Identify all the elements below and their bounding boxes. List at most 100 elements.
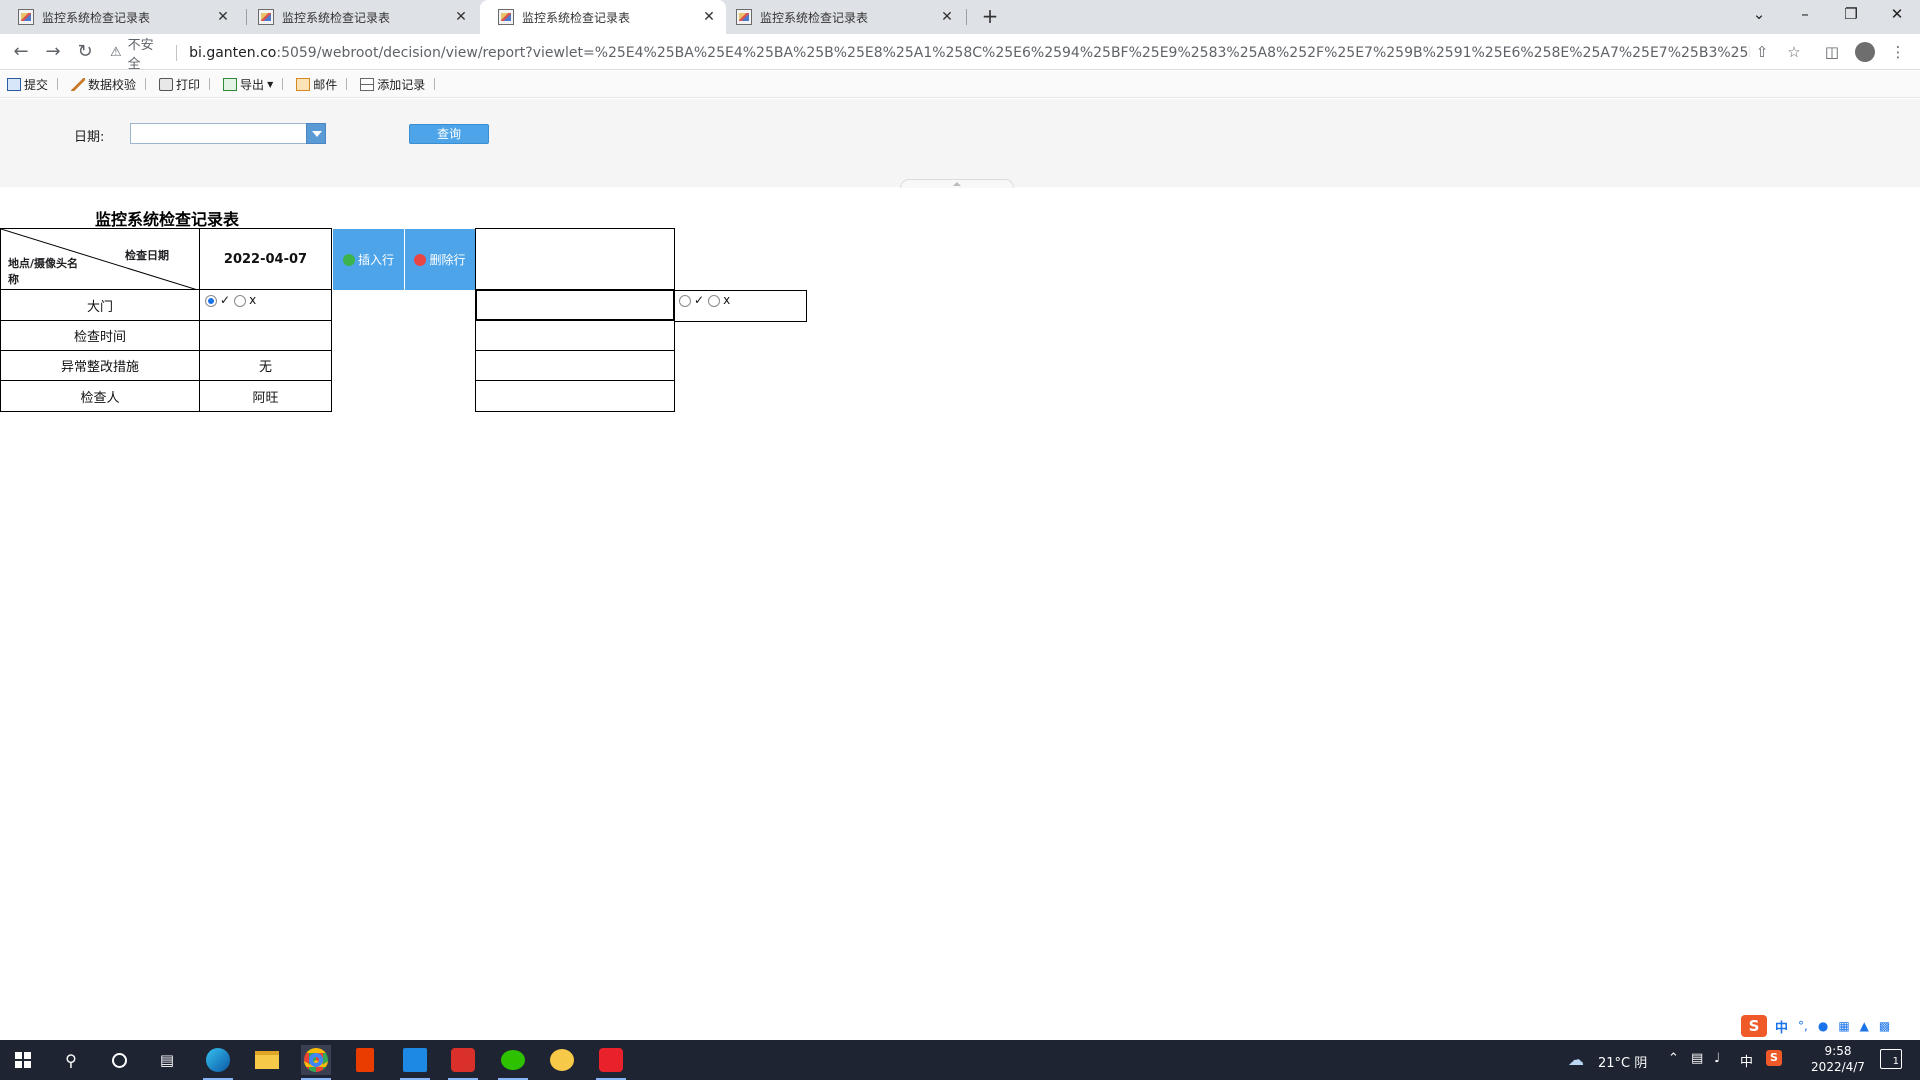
close-tab-icon[interactable]: ✕ bbox=[452, 9, 470, 25]
weather-text[interactable]: 21°C 阴 bbox=[1598, 1052, 1647, 1071]
add-record-button[interactable]: 添加记录 bbox=[357, 76, 428, 93]
new-gate-status-cell: ✓ x bbox=[674, 290, 807, 322]
search-icon[interactable]: ⚲ bbox=[56, 1045, 86, 1075]
status-bad-radio[interactable] bbox=[708, 295, 721, 307]
profile-avatar-icon[interactable] bbox=[1855, 42, 1875, 62]
close-window-button[interactable]: ✕ bbox=[1874, 0, 1920, 30]
notification-center-icon[interactable]: 1 bbox=[1880, 1049, 1902, 1069]
url-host: bi.ganten.co bbox=[189, 44, 277, 61]
new-tab-button[interactable]: + bbox=[978, 5, 1002, 29]
browser-tab-4[interactable]: 监控系统检查记录表 ✕ bbox=[718, 0, 964, 34]
export-icon bbox=[223, 77, 238, 91]
browser-tab-3-active[interactable]: 监控系统检查记录表 ✕ bbox=[480, 0, 726, 34]
menu-dots-icon[interactable]: ⋮ bbox=[1888, 42, 1908, 62]
ime-language-label[interactable]: 中 bbox=[1775, 1017, 1788, 1036]
export-button[interactable]: 导出 ▼ bbox=[220, 76, 276, 93]
wechat-icon[interactable] bbox=[498, 1045, 528, 1080]
date-input[interactable] bbox=[130, 123, 310, 144]
toolbar-divider bbox=[282, 78, 284, 90]
sogou-ime-icon[interactable]: S bbox=[1741, 1015, 1767, 1037]
windows-start-icon[interactable] bbox=[8, 1045, 38, 1075]
task-view-icon[interactable]: ▤ bbox=[152, 1045, 182, 1075]
restore-button[interactable]: ❐ bbox=[1828, 0, 1874, 30]
inspector-label: 检查人 bbox=[80, 390, 120, 406]
app-yellow-icon[interactable] bbox=[547, 1045, 577, 1075]
network-icon[interactable]: ▤ bbox=[1691, 1051, 1703, 1066]
close-tab-icon[interactable]: ✕ bbox=[938, 9, 956, 25]
finereport-designer-icon[interactable] bbox=[400, 1045, 430, 1080]
ok-label: ✓ bbox=[694, 293, 705, 307]
tray-ime-label[interactable]: 中 bbox=[1740, 1051, 1753, 1070]
url-field[interactable]: ⚠ 不安全 bi.ganten.co :5059/webroot/decisio… bbox=[110, 38, 1750, 72]
reload-icon[interactable]: ↻ bbox=[72, 39, 98, 65]
close-tab-icon[interactable]: ✕ bbox=[214, 9, 232, 25]
print-button[interactable]: 打印 bbox=[156, 76, 203, 93]
date-label: 日期: bbox=[74, 130, 105, 145]
browser-tab-bar: 监控系统检查记录表 ✕ 监控系统检查记录表 ✕ 监控系统检查记录表 ✕ 监控系统… bbox=[0, 0, 1920, 34]
report-favicon-icon bbox=[498, 9, 514, 25]
new-column-gate-cell-selected[interactable] bbox=[475, 289, 675, 321]
tab-title: 监控系统检查记录表 bbox=[522, 10, 631, 25]
close-tab-icon[interactable]: ✕ bbox=[700, 9, 718, 25]
wps-office-icon[interactable] bbox=[448, 1045, 478, 1080]
chevron-up-icon[interactable]: ⌃ bbox=[1668, 1051, 1679, 1066]
report-title: 监控系统检查记录表 bbox=[95, 210, 240, 229]
side-panel-icon[interactable]: ◫ bbox=[1822, 42, 1842, 62]
bad-label: x bbox=[249, 293, 257, 307]
submit-button[interactable]: 提交 bbox=[4, 76, 51, 93]
toolbox-grid-icon[interactable]: ▩ bbox=[1879, 1019, 1890, 1033]
back-arrow-icon[interactable]: ← bbox=[8, 39, 34, 65]
check-time-cell[interactable] bbox=[199, 320, 332, 351]
share-icon[interactable]: ⇧ bbox=[1752, 42, 1772, 62]
url-path: :5059/webroot/decision/view/report?viewl… bbox=[276, 44, 1750, 61]
magic-wand-icon bbox=[71, 77, 86, 91]
data-validate-button[interactable]: 数据校验 bbox=[68, 76, 139, 93]
plus-icon bbox=[342, 253, 355, 266]
edge-browser-icon[interactable] bbox=[203, 1045, 233, 1080]
keyboard-icon[interactable]: ▦ bbox=[1838, 1019, 1849, 1033]
new-gate-status-radio-group: ✓ x bbox=[679, 293, 734, 307]
clock-time: 9:58 bbox=[1824, 1044, 1852, 1058]
tab-search-button[interactable]: ⌄ bbox=[1736, 0, 1782, 30]
punctuation-icon[interactable]: °, bbox=[1798, 1019, 1808, 1033]
weather-cloud-icon[interactable]: ☁ bbox=[1568, 1050, 1584, 1069]
gate-status-cell: ✓ x bbox=[199, 289, 332, 321]
insert-row-label: 插入行 bbox=[357, 253, 394, 267]
status-bad-radio[interactable] bbox=[234, 295, 247, 307]
browser-tab-2[interactable]: 监控系统检查记录表 ✕ bbox=[240, 0, 478, 34]
new-check-time-cell[interactable] bbox=[475, 320, 675, 351]
collapse-panel-handle[interactable] bbox=[900, 179, 1014, 188]
new-inspector-cell[interactable] bbox=[475, 380, 675, 412]
chrome-browser-icon[interactable] bbox=[301, 1045, 331, 1080]
windows-taskbar: ⚲ ▤ ☁ 21°C 阴 ⌃ ▤ ♩ 中 S 9:58 2022/4/7 1 bbox=[0, 1040, 1920, 1080]
cortana-circle-icon[interactable] bbox=[104, 1045, 134, 1075]
speaker-muted-icon[interactable]: ♩ bbox=[1714, 1051, 1720, 1066]
mail-button[interactable]: 邮件 bbox=[293, 76, 340, 93]
youdao-dictionary-icon[interactable] bbox=[596, 1045, 626, 1080]
save-disk-icon bbox=[7, 77, 21, 91]
browser-tab-1[interactable]: 监控系统检查记录表 ✕ bbox=[0, 0, 240, 34]
validate-label: 数据校验 bbox=[88, 77, 137, 92]
file-explorer-icon[interactable] bbox=[252, 1045, 282, 1075]
office-icon[interactable] bbox=[350, 1045, 380, 1075]
insert-row-button[interactable]: 插入行 bbox=[333, 229, 404, 290]
new-measures-cell[interactable] bbox=[475, 350, 675, 381]
new-column-header-cell[interactable] bbox=[475, 228, 675, 290]
forward-arrow-icon[interactable]: → bbox=[40, 39, 66, 65]
delete-row-button[interactable]: 删除行 bbox=[405, 229, 475, 290]
sogou-tray-icon[interactable]: S bbox=[1766, 1050, 1782, 1066]
measures-cell[interactable]: 无 bbox=[199, 350, 332, 381]
submit-label: 提交 bbox=[24, 77, 49, 92]
microphone-icon[interactable]: ● bbox=[1818, 1019, 1828, 1033]
bookmark-star-icon[interactable]: ☆ bbox=[1784, 42, 1804, 62]
query-button[interactable]: 查询 bbox=[409, 124, 489, 144]
date-dropdown-button[interactable] bbox=[306, 123, 326, 144]
status-ok-radio[interactable] bbox=[205, 295, 217, 307]
status-ok-radio[interactable] bbox=[679, 295, 691, 307]
clock[interactable]: 9:58 2022/4/7 bbox=[1808, 1043, 1868, 1075]
not-secure-label[interactable]: 不安全 bbox=[128, 34, 166, 72]
delete-x-icon bbox=[414, 253, 427, 266]
minimize-button[interactable]: – bbox=[1782, 0, 1828, 30]
skin-shirt-icon[interactable]: ▲ bbox=[1860, 1019, 1869, 1033]
inspector-cell[interactable]: 阿旺 bbox=[199, 380, 332, 412]
